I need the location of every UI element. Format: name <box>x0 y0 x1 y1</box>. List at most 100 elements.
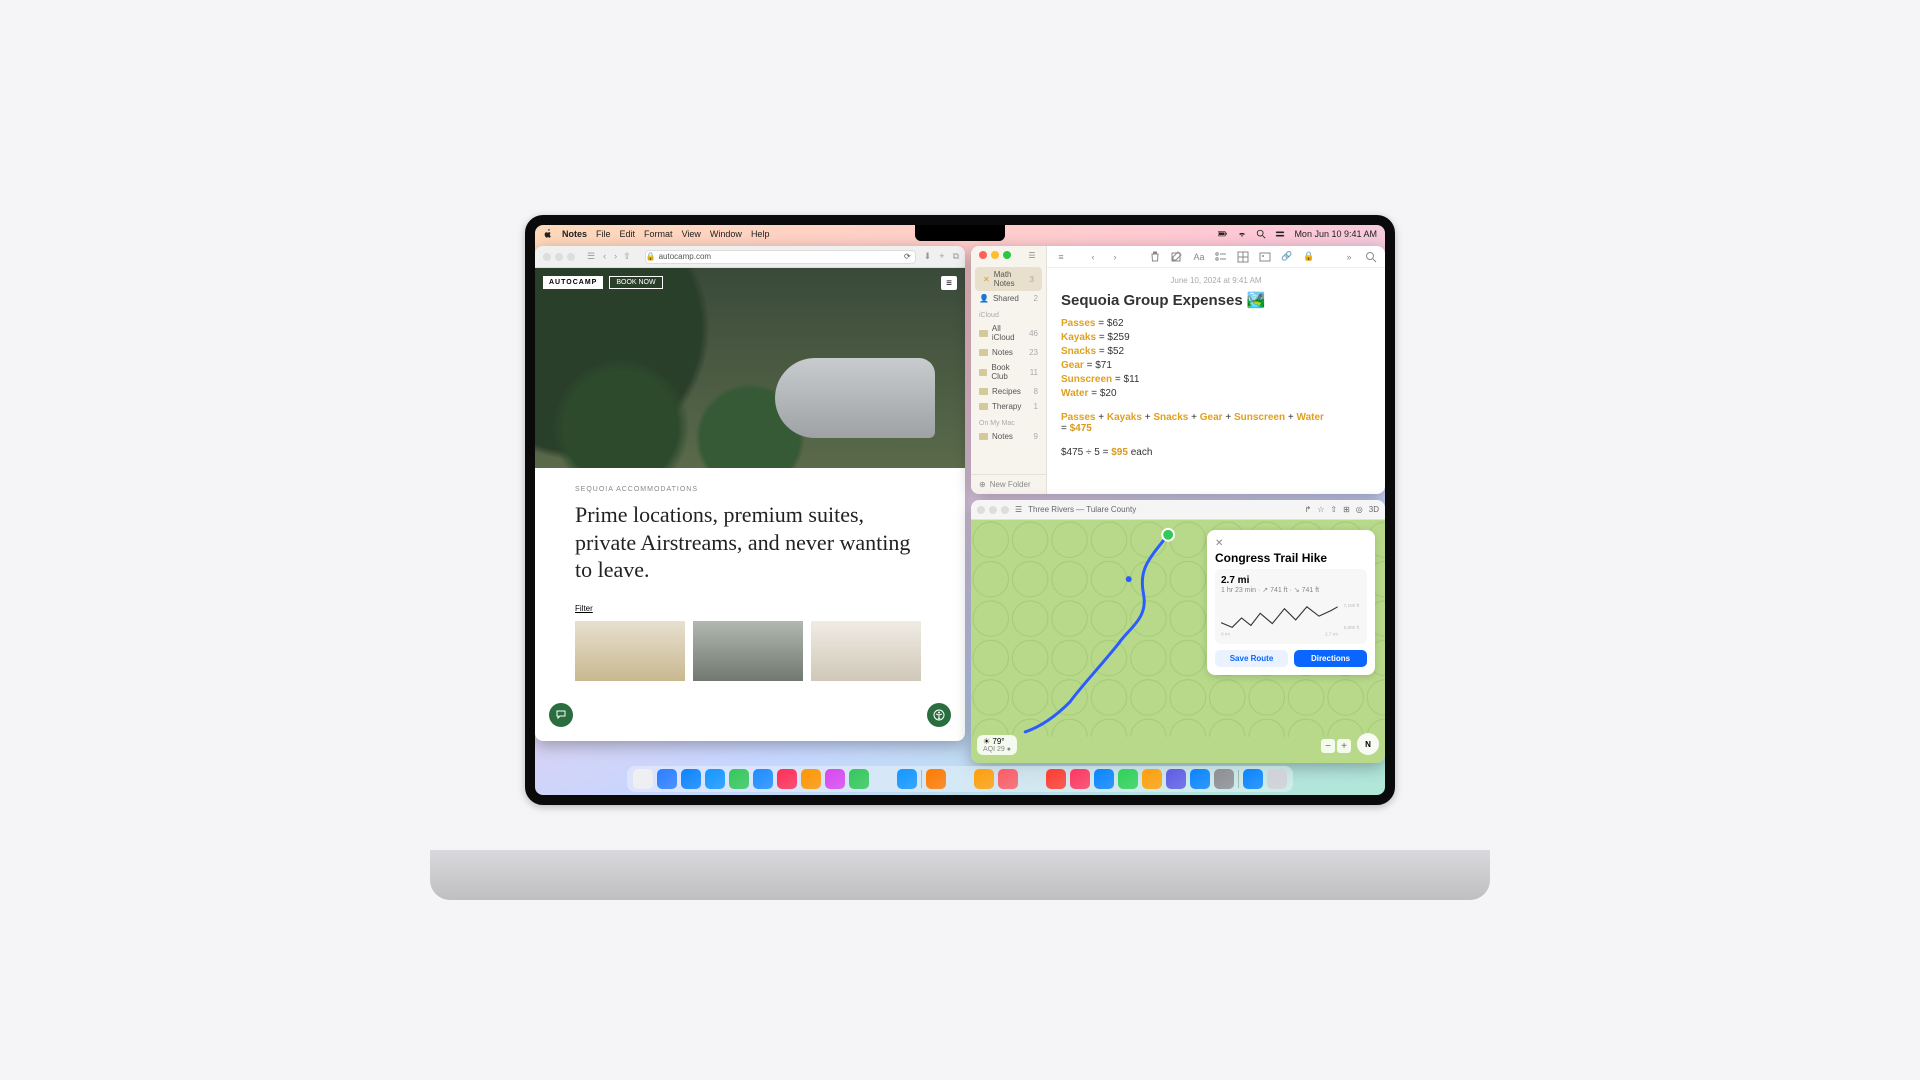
reload-icon[interactable]: ⟳ <box>904 252 911 261</box>
map-mode-icon[interactable]: ⊞ <box>1343 505 1350 514</box>
menu-file[interactable]: File <box>596 229 611 239</box>
sidebar-toggle-icon[interactable]: ☰ <box>587 251 595 262</box>
listing-thumb[interactable] <box>811 621 921 681</box>
list-view-icon[interactable]: ≡ <box>1055 251 1067 263</box>
new-tab-icon[interactable]: + <box>939 251 944 262</box>
dock-app-icon[interactable] <box>926 769 946 789</box>
url-field[interactable]: 🔒 autocamp.com ⟳ <box>645 250 916 264</box>
traffic-zoom[interactable] <box>567 253 575 261</box>
sidebar-item-book-club[interactable]: Book Club11 <box>971 360 1046 384</box>
traffic-minimize[interactable] <box>555 253 563 261</box>
sidebar-item-shared[interactable]: 👤 Shared 2 <box>971 291 1046 306</box>
dock-app-icon[interactable] <box>1190 769 1210 789</box>
apple-menu-icon[interactable] <box>543 229 553 239</box>
close-icon[interactable]: ✕ <box>1215 538 1367 549</box>
three-d-icon[interactable]: 3D <box>1369 505 1379 514</box>
back-icon[interactable]: ‹ <box>1087 251 1099 263</box>
sidebar-toggle-icon[interactable]: ☰ <box>1015 505 1022 514</box>
link-icon[interactable]: 🔗 <box>1281 251 1293 263</box>
directions-button[interactable]: Directions <box>1294 650 1367 667</box>
dock-app-icon[interactable] <box>1214 769 1234 789</box>
dock-app-icon[interactable] <box>1267 769 1287 789</box>
dock-app-icon[interactable] <box>681 769 701 789</box>
traffic-close[interactable] <box>977 506 985 514</box>
sidebar-item-local-notes[interactable]: Notes9 <box>971 429 1046 444</box>
new-folder-button[interactable]: ⊕New Folder <box>971 474 1046 494</box>
lock-icon[interactable]: 🔒 <box>1303 251 1315 263</box>
download-icon[interactable]: ⬇ <box>924 251 932 262</box>
dock-app-icon[interactable] <box>657 769 677 789</box>
dock-app-icon[interactable] <box>825 769 845 789</box>
sidebar-item-therapy[interactable]: Therapy1 <box>971 399 1046 414</box>
tabs-icon[interactable]: ⧉ <box>953 251 959 262</box>
menu-format[interactable]: Format <box>644 229 673 239</box>
menu-edit[interactable]: Edit <box>620 229 636 239</box>
dock-app-icon[interactable] <box>777 769 797 789</box>
sidebar-item-recipes[interactable]: Recipes8 <box>971 384 1046 399</box>
weather-widget[interactable]: ☀ 79° AQI 29 ● <box>977 735 1017 755</box>
dock-app-icon[interactable] <box>1046 769 1066 789</box>
location-icon[interactable]: ◎ <box>1356 505 1363 514</box>
table-icon[interactable] <box>1237 251 1249 263</box>
dock-app-icon[interactable] <box>1022 769 1042 789</box>
sidebar-item-math-notes[interactable]: ✕ Math Notes 3 <box>975 267 1042 291</box>
dock-app-icon[interactable] <box>801 769 821 789</box>
route-icon[interactable]: ↱ <box>1305 505 1312 514</box>
dock-app-icon[interactable] <box>873 769 893 789</box>
sidebar-item-notes[interactable]: Notes23 <box>971 345 1046 360</box>
traffic-close[interactable] <box>979 251 987 259</box>
listing-thumb[interactable] <box>693 621 803 681</box>
map-canvas[interactable]: ✕ Congress Trail Hike 2.7 mi 1 hr 23 min… <box>971 520 1385 763</box>
dock-app-icon[interactable] <box>897 769 917 789</box>
dock-app-icon[interactable] <box>1070 769 1090 789</box>
forward-icon[interactable]: › <box>614 251 617 262</box>
dock-app-icon[interactable] <box>950 769 970 789</box>
traffic-minimize[interactable] <box>991 251 999 259</box>
control-center-icon[interactable] <box>1275 229 1285 239</box>
listing-thumb[interactable] <box>575 621 685 681</box>
traffic-zoom[interactable] <box>1001 506 1009 514</box>
media-icon[interactable] <box>1259 251 1271 263</box>
battery-icon[interactable] <box>1218 229 1228 239</box>
dock-app-icon[interactable] <box>1243 769 1263 789</box>
app-name[interactable]: Notes <box>562 229 587 239</box>
dock-app-icon[interactable] <box>633 769 653 789</box>
collaborate-icon[interactable]: » <box>1343 251 1355 263</box>
search-icon[interactable] <box>1256 229 1266 239</box>
compass-icon[interactable]: N <box>1357 733 1379 755</box>
traffic-zoom[interactable] <box>1003 251 1011 259</box>
dock-app-icon[interactable] <box>729 769 749 789</box>
sidebar-view-icon[interactable]: ☰ <box>1026 249 1038 261</box>
dock-app-icon[interactable] <box>849 769 869 789</box>
text-format-icon[interactable]: Aa <box>1193 251 1205 263</box>
dock-app-icon[interactable] <box>705 769 725 789</box>
menu-help[interactable]: Help <box>751 229 770 239</box>
wifi-icon[interactable] <box>1237 229 1247 239</box>
share-icon[interactable]: ⇧ <box>623 251 631 262</box>
dock-app-icon[interactable] <box>753 769 773 789</box>
dock-app-icon[interactable] <box>1094 769 1114 789</box>
menu-window[interactable]: Window <box>710 229 742 239</box>
traffic-minimize[interactable] <box>989 506 997 514</box>
dock-app-icon[interactable] <box>1118 769 1138 789</box>
menubar-datetime[interactable]: Mon Jun 10 9:41 AM <box>1294 229 1377 239</box>
chat-icon[interactable] <box>549 703 573 727</box>
save-route-button[interactable]: Save Route <box>1215 650 1288 667</box>
dock-app-icon[interactable] <box>1166 769 1186 789</box>
bookmark-icon[interactable]: ☆ <box>1317 505 1324 514</box>
search-icon[interactable] <box>1365 251 1377 263</box>
menu-view[interactable]: View <box>682 229 701 239</box>
zoom-in-button[interactable]: + <box>1337 739 1351 753</box>
note-content[interactable]: June 10, 2024 at 9:41 AM Sequoia Group E… <box>1047 268 1385 466</box>
trash-icon[interactable] <box>1149 251 1161 263</box>
book-now-button[interactable]: BOOK NOW <box>609 276 662 289</box>
forward-icon[interactable]: › <box>1109 251 1121 263</box>
back-icon[interactable]: ‹ <box>603 251 606 262</box>
share-icon[interactable]: ⇧ <box>1330 505 1337 514</box>
dock-app-icon[interactable] <box>1142 769 1162 789</box>
site-logo[interactable]: AUTOCAMP <box>543 276 603 289</box>
accessibility-icon[interactable] <box>927 703 951 727</box>
dock-app-icon[interactable] <box>998 769 1018 789</box>
traffic-close[interactable] <box>543 253 551 261</box>
zoom-out-button[interactable]: − <box>1321 739 1335 753</box>
